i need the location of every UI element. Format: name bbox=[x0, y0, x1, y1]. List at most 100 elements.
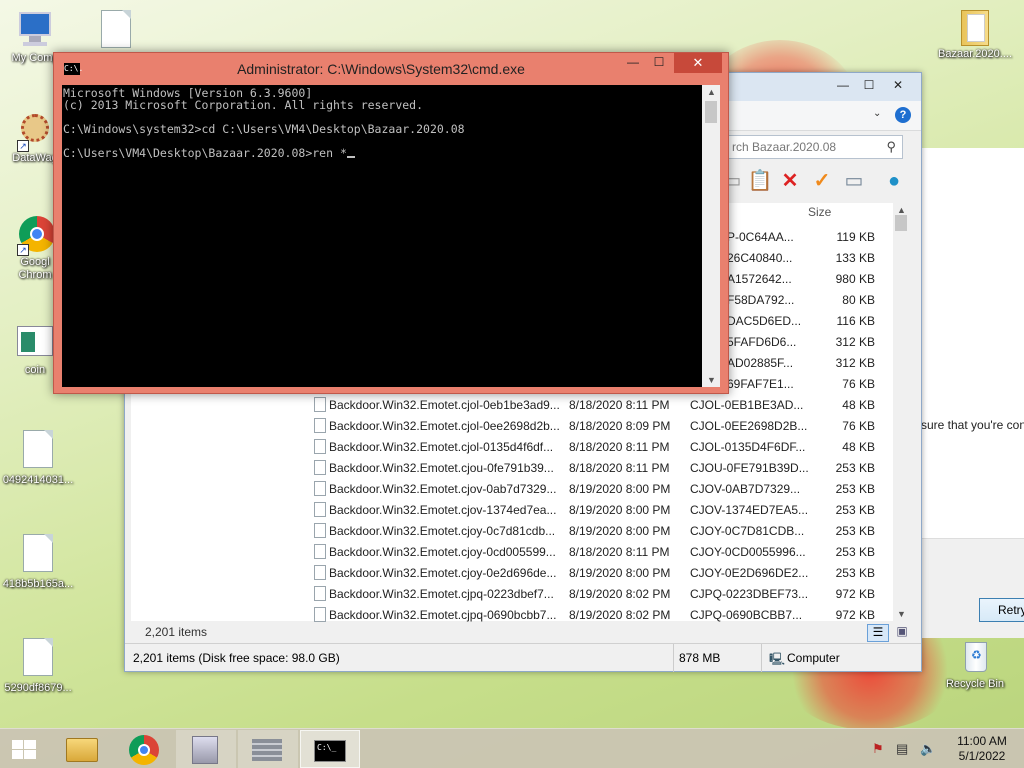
retry-button[interactable]: Retry bbox=[979, 598, 1024, 622]
cell-date: 8/19/2020 8:02 PM bbox=[569, 608, 671, 622]
desktop-icon-file-0492[interactable]: 0492414031... bbox=[0, 430, 77, 487]
file-icon bbox=[314, 418, 326, 433]
cell-type: 5FAFD6D6... bbox=[727, 335, 797, 349]
table-row[interactable]: Backdoor.Win32.Emotet.cjov-1374ed7ea... 8… bbox=[131, 500, 903, 521]
cell-size: 972 KB bbox=[835, 587, 875, 601]
cmd-console[interactable]: Microsoft Windows [Version 6.3.9600] (c)… bbox=[62, 85, 712, 387]
computer-icon: 🖳 bbox=[769, 652, 786, 666]
folder-icon bbox=[955, 6, 995, 46]
search-input[interactable]: rch Bazaar.2020.08 ⚲ bbox=[725, 135, 903, 159]
cell-type: CJOV-1374ED7EA5... bbox=[690, 503, 809, 517]
action-center-flag-icon[interactable]: ⚑ bbox=[872, 741, 884, 757]
close-button[interactable]: ✕ bbox=[882, 77, 914, 95]
table-row[interactable]: Backdoor.Win32.Emotet.cjoy-0e2d696de... 8… bbox=[131, 563, 903, 584]
cell-size: 253 KB bbox=[835, 524, 875, 538]
cell-size: 76 KB bbox=[842, 419, 875, 433]
desktop-icon-file-418b[interactable]: 418b5b165a... bbox=[0, 534, 77, 591]
table-row[interactable]: Backdoor.Win32.Emotet.cjpq-0223dbef7... 8… bbox=[131, 584, 903, 605]
system-clock[interactable]: 11:00 AM 5/1/2022 bbox=[944, 734, 1020, 764]
brick-wall-icon bbox=[252, 739, 282, 761]
cell-date: 8/18/2020 8:11 PM bbox=[569, 440, 670, 454]
cmd-scrollbar[interactable]: ▲ ▼ bbox=[702, 85, 720, 387]
cell-date: 8/19/2020 8:00 PM bbox=[569, 482, 671, 496]
chevron-down-icon[interactable]: ⌄ bbox=[873, 108, 881, 119]
file-icon bbox=[23, 638, 53, 676]
network-icon[interactable]: ▤ bbox=[896, 741, 908, 757]
globe-icon[interactable]: ● bbox=[881, 169, 907, 195]
large-icons-view-icon[interactable]: ▣ bbox=[893, 624, 911, 642]
start-button[interactable] bbox=[0, 730, 48, 768]
table-row[interactable]: Backdoor.Win32.Emotet.cjol-0ee2698d2b...… bbox=[131, 416, 903, 437]
cell-type: A1572642... bbox=[727, 272, 792, 286]
taskbar-cmd[interactable]: C:\_ bbox=[300, 730, 360, 768]
table-row[interactable]: Backdoor.Win32.Emotet.cjoy-0c7d81cdb... 8… bbox=[131, 521, 903, 542]
taskbar-file-explorer[interactable] bbox=[52, 730, 112, 768]
file-icon bbox=[314, 439, 326, 454]
status-location: Computer bbox=[787, 651, 840, 665]
file-icon bbox=[314, 523, 326, 538]
file-icon bbox=[314, 607, 326, 622]
cell-name: Backdoor.Win32.Emotet.cjpq-0690bcbb7... bbox=[329, 608, 557, 622]
maximize-button[interactable]: ☐ bbox=[646, 55, 672, 73]
taskbar-chrome[interactable] bbox=[114, 730, 174, 768]
cell-name: Backdoor.Win32.Emotet.cjov-0ab7d7329... bbox=[329, 482, 557, 496]
cmd-window: C:\. Administrator: C:\Windows\System32\… bbox=[53, 52, 729, 394]
volume-muted-icon[interactable]: 🔈 bbox=[920, 741, 936, 757]
background-dialog: sure that you're con Retry bbox=[916, 148, 1024, 638]
console-line: (c) 2013 Microsoft Corporation. All righ… bbox=[63, 98, 424, 112]
desktop-icon-label: 0492414031... bbox=[2, 474, 74, 486]
datawag-icon: ↗ bbox=[15, 110, 55, 152]
desktop-icon-bazaar-folder[interactable]: Bazaar.2020.... bbox=[936, 6, 1014, 61]
table-row[interactable]: Backdoor.Win32.Emotet.cjpq-0690bcbb7... 8… bbox=[131, 605, 903, 626]
cell-size: 980 KB bbox=[835, 272, 875, 286]
table-row[interactable]: Backdoor.Win32.Emotet.cjoy-0cd005599... 8… bbox=[131, 542, 903, 563]
desktop-icon-label: Recycle Bin bbox=[945, 678, 1005, 690]
vertical-scrollbar[interactable]: ▲ ▼ bbox=[893, 203, 909, 621]
table-row[interactable]: Backdoor.Win32.Emotet.cjol-0135d4f6df...… bbox=[131, 437, 903, 458]
file-icon bbox=[314, 460, 326, 475]
taskbar: C:\_ ⚑ ▤ 🔈 11:00 AM 5/1/2022 bbox=[0, 728, 1024, 768]
rename-icon[interactable]: ▭ bbox=[841, 169, 867, 195]
help-icon[interactable]: ? bbox=[895, 107, 911, 123]
details-view-icon[interactable]: ☰ bbox=[867, 624, 889, 642]
file-icon bbox=[23, 534, 53, 572]
status-disk-info: 2,201 items (Disk free space: 98.0 GB) bbox=[133, 651, 340, 665]
desktop-icon-file-top[interactable] bbox=[78, 10, 154, 48]
cmd-titlebar[interactable]: C:\. Administrator: C:\Windows\System32\… bbox=[54, 53, 728, 85]
console-line: C:\Windows\system32>cd C:\Users\VM4\Desk… bbox=[63, 122, 465, 136]
delete-icon[interactable]: ✕ bbox=[777, 169, 803, 195]
paste-icon[interactable]: 📋 bbox=[747, 169, 773, 195]
minimize-button[interactable]: — bbox=[620, 55, 646, 73]
cell-date: 8/19/2020 8:02 PM bbox=[569, 587, 671, 601]
cell-type: CJOY-0C7D81CDB... bbox=[690, 524, 805, 538]
cell-type: CJOU-0FE791B39D... bbox=[690, 461, 809, 475]
cmd-icon: C:\_ bbox=[314, 740, 346, 762]
cell-size: 253 KB bbox=[835, 545, 875, 559]
table-row[interactable]: Backdoor.Win32.Emotet.cjol-0eb1be3ad9...… bbox=[131, 395, 903, 416]
taskbar-firewall[interactable] bbox=[238, 730, 298, 768]
cell-type: AD02885F... bbox=[727, 356, 794, 370]
text-cursor bbox=[346, 156, 355, 158]
cell-name: Backdoor.Win32.Emotet.cjpq-0223dbef7... bbox=[329, 587, 554, 601]
cell-name: Backdoor.Win32.Emotet.cjoy-0e2d696de... bbox=[329, 566, 557, 580]
taskbar-app-installer[interactable] bbox=[176, 730, 236, 768]
checkmark-icon[interactable]: ✓ bbox=[809, 169, 835, 195]
cell-type: P-0C64AA... bbox=[727, 230, 794, 244]
minimize-button[interactable]: — bbox=[830, 77, 856, 95]
desktop-icon-label: Googl Chrom bbox=[18, 256, 52, 281]
document-icon bbox=[15, 322, 55, 362]
cell-type: CJOV-0AB7D7329... bbox=[690, 482, 801, 496]
desktop-icon-label: Bazaar.2020.... bbox=[938, 48, 1012, 60]
desktop-icon-recycle-bin[interactable]: ♻ Recycle Bin bbox=[936, 636, 1014, 691]
desktop-icon-file-5290[interactable]: 5290df8679... bbox=[0, 638, 77, 695]
table-row[interactable]: Backdoor.Win32.Emotet.cjov-0ab7d7329... 8… bbox=[131, 479, 903, 500]
file-icon bbox=[314, 481, 326, 496]
column-header-size[interactable]: Size bbox=[808, 203, 831, 225]
table-row[interactable]: Backdoor.Win32.Emotet.cjou-0fe791b39... 8… bbox=[131, 458, 903, 479]
maximize-button[interactable]: ☐ bbox=[856, 77, 882, 95]
computer-icon bbox=[15, 10, 55, 50]
cell-name: Backdoor.Win32.Emotet.cjoy-0cd005599... bbox=[329, 545, 556, 559]
cell-name: Backdoor.Win32.Emotet.cjoy-0c7d81cdb... bbox=[329, 524, 556, 538]
close-button[interactable]: ✕ bbox=[674, 53, 722, 73]
cell-type: CJOL-0EB1BE3AD... bbox=[690, 398, 804, 412]
